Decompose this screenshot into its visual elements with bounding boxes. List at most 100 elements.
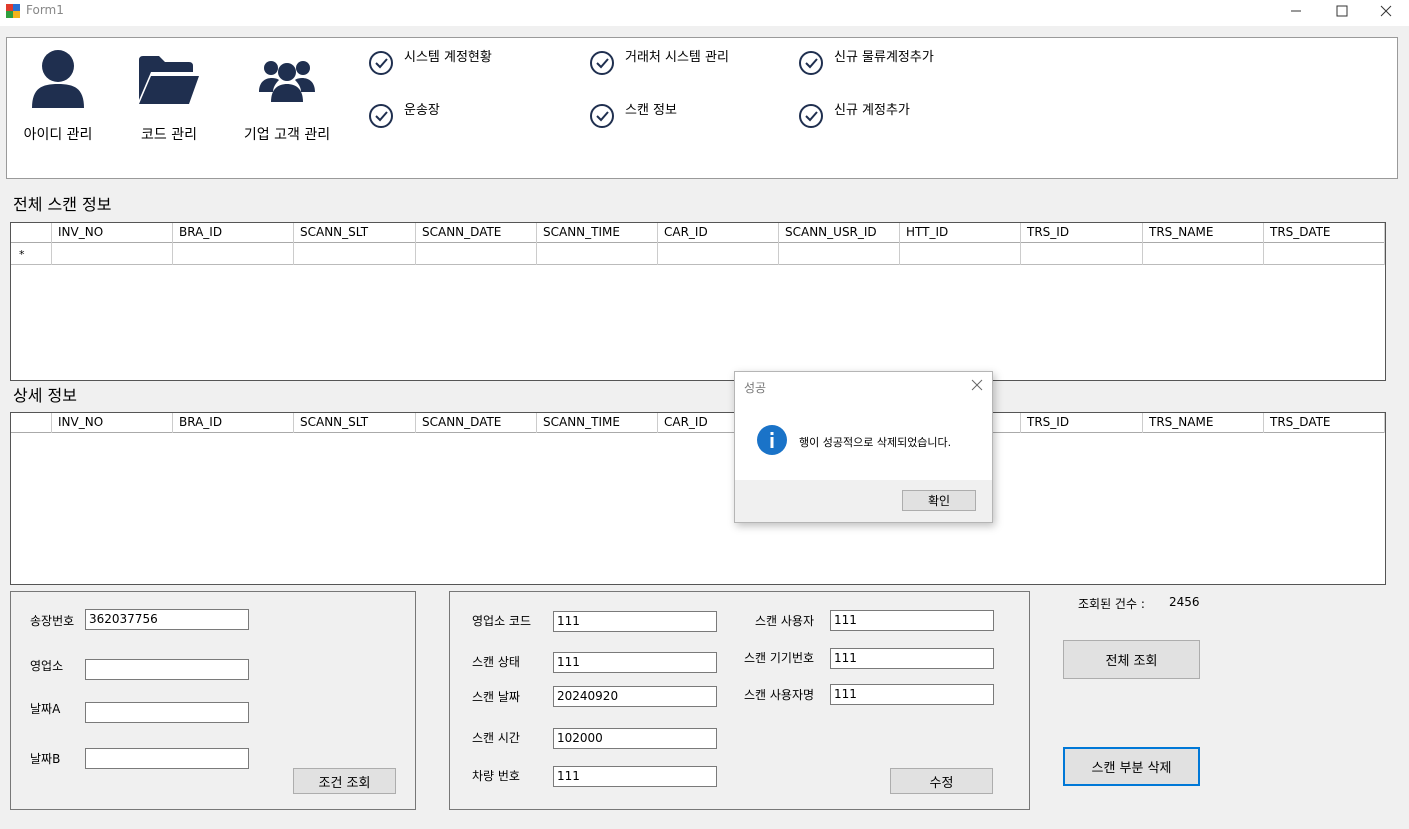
table-cell[interactable] [658,243,779,265]
menu-customer-management[interactable]: 기업 고객 관리 [232,42,342,144]
condition-search-button[interactable]: 조건 조회 [293,768,396,794]
check-circle-icon [590,51,614,75]
column-header[interactable]: INV_NO [52,413,173,433]
scan-device-input[interactable]: 111 [830,648,994,669]
dialog-title: 성공 [744,381,767,395]
branch-code-input[interactable]: 111 [553,611,717,632]
column-header[interactable]: BRA_ID [173,223,294,243]
check-circle-icon [369,104,393,128]
column-header[interactable]: SCANN_TIME [537,223,658,243]
folder-icon [131,42,207,118]
window-title: Form1 [26,3,64,17]
close-icon [1380,5,1392,17]
table-cell[interactable] [294,243,416,265]
app-icon [6,4,20,18]
scan-status-label: 스캔 상태 [472,655,520,669]
dialog-message: 행이 성공적으로 삭제되었습니다. [799,436,952,449]
scan-device-label: 스캔 기기번호 [744,651,815,665]
row-marker: * [11,243,52,265]
menu-code-management[interactable]: 코드 관리 [114,42,224,144]
scan-user-input[interactable]: 111 [830,610,994,631]
date-b-input[interactable] [85,748,249,769]
table-cell[interactable] [1264,243,1385,265]
all-search-button[interactable]: 전체 조회 [1063,640,1200,679]
menu-label: 신규 계정추가 [834,103,910,118]
info-icon [757,425,787,455]
grid-header: INV_NO BRA_ID SCANN_SLT SCANN_DATE SCANN… [11,223,1385,243]
count-value: 2456 [1169,595,1200,609]
column-header[interactable]: TRS_DATE [1264,223,1385,243]
success-dialog: 성공 행이 성공적으로 삭제되었습니다. 확인 [734,371,993,523]
menu-label: 기업 고객 관리 [243,127,331,143]
column-header[interactable]: CAR_ID [658,223,779,243]
scan-grid[interactable]: INV_NO BRA_ID SCANN_SLT SCANN_DATE SCANN… [10,222,1386,381]
invoice-input[interactable]: 362037756 [85,609,249,630]
table-cell[interactable] [416,243,537,265]
menu-label: 아이디 관리 [23,127,93,143]
column-header[interactable]: TRS_NAME [1143,223,1264,243]
column-header[interactable]: SCANN_SLT [294,223,416,243]
car-no-input[interactable]: 111 [553,766,717,787]
menu-waybill[interactable]: 운송장 [368,99,440,129]
menu-id-management[interactable]: 아이디 관리 [3,42,113,144]
title-bar [0,0,1409,26]
column-header[interactable]: TRS_ID [1021,223,1143,243]
row-header-corner [11,413,52,433]
menu-label: 코드 관리 [141,127,197,143]
column-header[interactable]: SCANN_DATE [416,413,537,433]
minimize-button[interactable] [1273,0,1319,22]
menu-label: 거래처 시스템 관리 [625,50,729,65]
invoice-label: 송장번호 [30,614,75,628]
menu-new-logistics-account[interactable]: 신규 물류계정추가 [798,46,934,76]
table-cell[interactable] [900,243,1021,265]
menu-label: 시스템 계정현황 [404,50,492,65]
scan-status-input[interactable]: 111 [553,652,717,673]
column-header[interactable]: SCANN_SLT [294,413,416,433]
update-button[interactable]: 수정 [890,768,993,794]
section-title-all-scan: 전체 스캔 정보 [13,195,112,214]
maximize-icon [1336,5,1348,17]
dialog-close-button[interactable] [970,378,984,392]
maximize-button[interactable] [1319,0,1365,22]
table-cell[interactable] [537,243,658,265]
scan-user-name-label: 스캔 사용자명 [744,688,815,702]
column-header[interactable]: HTT_ID [900,223,1021,243]
table-cell[interactable] [1021,243,1143,265]
menu-system-account-status[interactable]: 시스템 계정현황 [368,46,492,76]
check-circle-icon [369,51,393,75]
column-header[interactable]: TRS_NAME [1143,413,1264,433]
menu-partner-system[interactable]: 거래처 시스템 관리 [589,46,729,76]
table-row-new[interactable]: * [11,243,1385,265]
column-header[interactable]: BRA_ID [173,413,294,433]
scan-delete-button[interactable]: 스캔 부분 삭제 [1063,747,1200,786]
menu-label: 운송장 [404,103,440,118]
table-cell[interactable] [1143,243,1264,265]
table-cell[interactable] [52,243,173,265]
table-cell[interactable] [173,243,294,265]
scan-time-input[interactable]: 102000 [553,728,717,749]
ok-button[interactable]: 확인 [902,490,976,511]
menu-scan-info[interactable]: 스캔 정보 [589,99,677,129]
scan-user-name-input[interactable]: 111 [830,684,994,705]
close-icon [971,379,983,391]
detail-grid[interactable]: INV_NO BRA_ID SCANN_SLT SCANN_DATE SCANN… [10,412,1386,585]
column-header[interactable]: INV_NO [52,223,173,243]
close-button[interactable] [1363,0,1409,22]
table-cell[interactable] [779,243,900,265]
date-b-label: 날짜B [30,752,61,766]
menu-new-account[interactable]: 신규 계정추가 [798,99,910,129]
scan-date-input[interactable]: 20240920 [553,686,717,707]
column-header[interactable]: TRS_ID [1021,413,1143,433]
column-header[interactable]: TRS_DATE [1264,413,1385,433]
grid-header: INV_NO BRA_ID SCANN_SLT SCANN_DATE SCANN… [11,413,1385,433]
branch-input[interactable] [85,659,249,680]
column-header[interactable]: SCANN_USR_ID [779,223,900,243]
column-header[interactable]: SCANN_TIME [537,413,658,433]
branch-code-label: 영업소 코드 [472,614,532,628]
minimize-icon [1291,10,1301,12]
column-header[interactable]: SCANN_DATE [416,223,537,243]
users-icon [249,42,325,118]
date-a-input[interactable] [85,702,249,723]
scan-time-label: 스캔 시간 [472,731,520,745]
check-circle-icon [590,104,614,128]
